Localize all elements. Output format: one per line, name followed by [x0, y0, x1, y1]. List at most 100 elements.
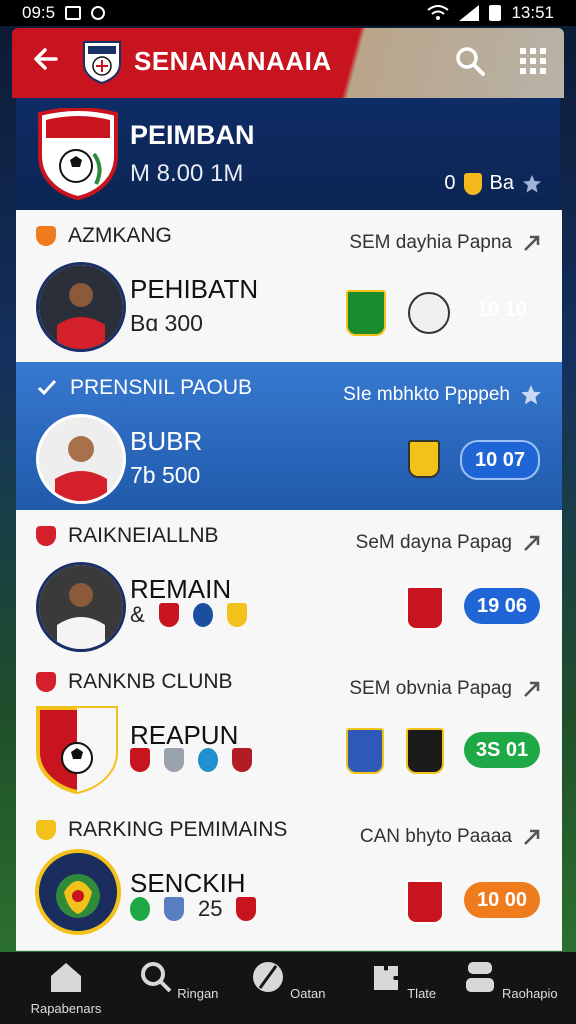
club-crest-icon — [38, 108, 118, 200]
club-badge-icon — [198, 748, 218, 772]
player-photo-icon — [39, 417, 123, 501]
ranking-card[interactable]: AZMKANG SEM dayhia Papna PEHIBATN Bɑ 300… — [16, 210, 562, 363]
share-arrow-icon[interactable] — [522, 233, 542, 253]
puzzle-icon — [373, 966, 398, 990]
club-badge-icon — [232, 748, 252, 772]
player-value: 7b 500 — [130, 462, 201, 488]
status-time-right: 13:51 — [511, 3, 554, 22]
nav-label: Tlate — [407, 986, 437, 1001]
club-badge-icon — [158, 603, 179, 627]
club-badge-icon — [406, 728, 444, 774]
card-meta-text: CAN bhyto Paaaa — [359, 826, 512, 847]
badge-row — [130, 748, 252, 772]
club-logos — [408, 440, 440, 478]
club-badge-icon — [226, 603, 247, 627]
ranking-card[interactable]: RANKNB CLUNB SEM obvnia Papag REAPUN 3S … — [16, 656, 562, 805]
app-header: SENANANAAIA — [12, 28, 564, 98]
nav-label: Oatan — [290, 986, 326, 1001]
club-crest-icon — [35, 849, 121, 935]
club-logos — [346, 290, 450, 336]
score-value: 10 07 — [474, 448, 526, 471]
nav-label: Ringan — [177, 986, 219, 1001]
score-pill[interactable]: 10 00 — [464, 882, 540, 918]
category-label: PRENSNIL PAOUB — [70, 376, 253, 399]
star-icon[interactable] — [520, 384, 542, 406]
status-bar: 09:5 13:51 — [0, 0, 576, 26]
bottom-navigation: Rapabenars Ringan Oatan Tlate Raohapio — [0, 952, 576, 1024]
card-meta: CAN bhyto Paaaa — [360, 826, 542, 848]
share-arrow-icon[interactable] — [522, 679, 542, 699]
menu-button[interactable] — [518, 46, 548, 76]
badge-row: & — [130, 602, 247, 628]
card-category: AZMKANG — [36, 224, 172, 248]
nav-item-home[interactable]: Rapabenars — [16, 960, 116, 1016]
category-label: RANKNB CLUNB — [68, 670, 233, 693]
club-badge-icon — [346, 290, 386, 336]
nav-item-table[interactable]: Tlate — [352, 960, 452, 1001]
search-icon — [140, 962, 171, 993]
check-icon — [37, 379, 57, 396]
club-stat: 0 Ba — [444, 172, 542, 195]
status-time-left: 09:5 — [22, 3, 56, 22]
score-pill[interactable]: 10 10 — [464, 292, 540, 328]
score-pill[interactable]: 10 07 — [460, 440, 540, 480]
search-button[interactable] — [452, 43, 488, 79]
score-value: 10 00 — [476, 888, 528, 911]
card-category: RAIKNEIALLNB — [36, 524, 219, 548]
club-badge-icon — [164, 748, 184, 772]
player-name: REMAIN — [130, 574, 232, 604]
search-icon — [456, 47, 485, 76]
player-photo-icon — [39, 265, 123, 349]
player-name: PEHIBATN — [130, 274, 259, 304]
ranking-card[interactable]: RAIKNEIALLNB SeM dayna Papag REMAIN & 19… — [16, 510, 562, 657]
player-avatar — [36, 414, 126, 504]
card-category: RARKING PEMIMAINS — [36, 818, 287, 842]
club-badge-icon — [164, 897, 184, 921]
club-badge-icon — [192, 603, 213, 627]
ball-icon — [253, 962, 284, 992]
share-arrow-icon[interactable] — [522, 533, 542, 553]
nav-label: Raohapio — [501, 986, 558, 1001]
battery-icon — [489, 5, 502, 21]
score-value: 10 10 — [476, 298, 528, 321]
player-avatar — [36, 262, 126, 352]
signal-icon — [459, 5, 480, 21]
wifi-icon — [427, 5, 450, 20]
card-meta: SEM dayhia Papna — [349, 232, 542, 254]
club-badge-icon — [236, 897, 257, 921]
card-category: PRENSNIL PAOUB — [36, 376, 252, 400]
ranking-card-selected[interactable]: PRENSNIL PAOUB SIe mbhkto Ppppeh BUBR 7b… — [16, 362, 562, 511]
club-crest-icon — [36, 706, 118, 794]
card-meta-text: SeM dayna Papag — [355, 532, 512, 553]
player-name: REAPUN — [130, 720, 239, 750]
score-pill[interactable]: 3S 01 — [464, 732, 540, 768]
club-badge-icon — [406, 586, 444, 630]
home-icon — [51, 963, 81, 992]
badge-prefix: & — [130, 602, 145, 627]
nav-label: Rapabenars — [30, 1001, 102, 1016]
back-button[interactable] — [28, 43, 64, 79]
card-meta-text: SIe mbhkto Ppppeh — [343, 384, 510, 405]
score-pill[interactable]: 19 06 — [464, 588, 540, 624]
card-category: RANKNB CLUNB — [36, 670, 233, 694]
category-badge-icon — [36, 226, 56, 246]
club-badge-icon — [346, 728, 384, 774]
ranking-card[interactable]: RARKING PEMIMAINS CAN bhyto Paaaa SENCKI… — [16, 804, 562, 951]
club-badge-icon — [406, 880, 444, 924]
nav-item-profile[interactable]: Raohapio — [460, 960, 560, 1001]
notification-icon — [91, 6, 106, 20]
share-arrow-icon[interactable] — [522, 827, 542, 847]
player-value: Bɑ 300 — [130, 310, 203, 336]
category-badge-icon — [36, 672, 56, 692]
club-logos — [406, 880, 444, 924]
nav-item-match[interactable]: Oatan — [238, 960, 338, 1001]
category-badge-icon — [36, 526, 56, 546]
player-name: SENCKIH — [130, 868, 246, 898]
score-value: 19 06 — [476, 594, 528, 617]
star-icon[interactable] — [522, 174, 542, 194]
nav-item-search[interactable]: Ringan — [128, 960, 228, 1001]
card-meta: SEM obvnia Papag — [349, 678, 542, 700]
badge-number: 25 — [198, 896, 223, 921]
club-logo-icon — [83, 41, 121, 84]
category-label: RARKING PEMIMAINS — [68, 818, 288, 841]
